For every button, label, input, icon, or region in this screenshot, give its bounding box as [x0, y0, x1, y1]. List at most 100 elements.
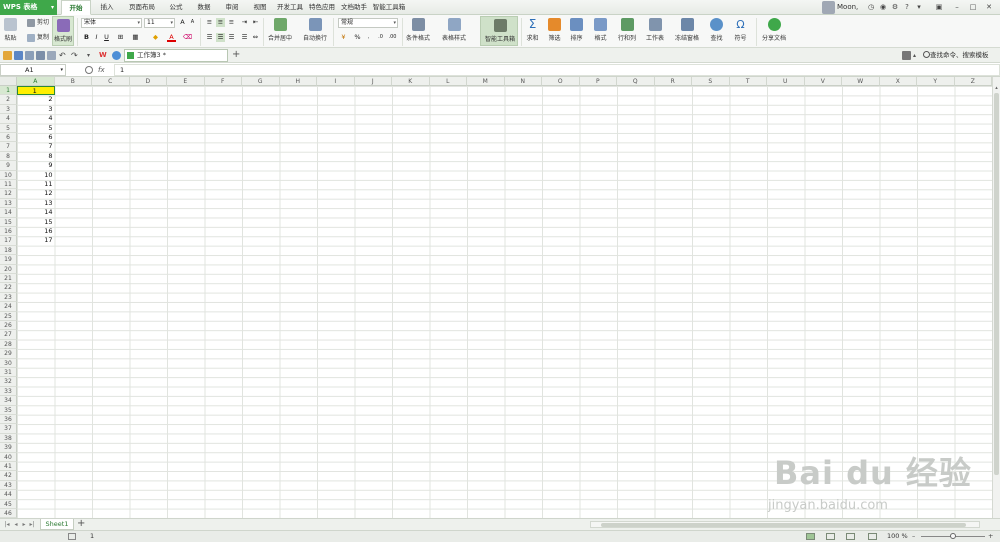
- page-layout-view-icon[interactable]: [826, 533, 835, 540]
- avatar[interactable]: [822, 1, 835, 14]
- row-header[interactable]: 4: [0, 114, 17, 124]
- symbol-button[interactable]: Ω 符号: [734, 16, 747, 42]
- row-header[interactable]: 46: [0, 509, 17, 518]
- distribute-icon[interactable]: ⇔: [251, 33, 260, 42]
- row-header[interactable]: 20: [0, 264, 17, 274]
- row-header[interactable]: 13: [0, 198, 17, 209]
- cell[interactable]: 8: [17, 152, 55, 161]
- chevron-up-icon[interactable]: ▴: [913, 51, 922, 60]
- tab-4[interactable]: 公式: [163, 0, 189, 15]
- find-button[interactable]: 查找: [710, 16, 723, 42]
- increase-decimal-icon[interactable]: .0: [376, 33, 385, 42]
- search-command-field[interactable]: 查找命令、搜索模板: [930, 48, 989, 63]
- column-header[interactable]: B: [54, 77, 92, 86]
- row-header[interactable]: 1: [0, 86, 17, 96]
- horizontal-scrollbar[interactable]: [590, 521, 980, 528]
- column-header[interactable]: H: [279, 77, 317, 86]
- horizontal-scroll-thumb[interactable]: [601, 523, 966, 527]
- cell[interactable]: 5: [17, 124, 55, 133]
- column-header[interactable]: D: [129, 77, 167, 86]
- column-header[interactable]: U: [767, 77, 805, 86]
- row-header[interactable]: 26: [0, 321, 17, 331]
- font-name-select[interactable]: 宋体 ▾: [81, 18, 142, 28]
- macro-record-icon[interactable]: [68, 533, 76, 540]
- row-header[interactable]: 36: [0, 415, 17, 425]
- active-cell[interactable]: 1: [17, 86, 55, 96]
- column-header[interactable]: S: [692, 77, 730, 86]
- row-header[interactable]: 34: [0, 396, 17, 406]
- increase-font-icon[interactable]: A: [178, 18, 187, 27]
- first-sheet-icon[interactable]: |◂: [3, 520, 11, 529]
- row-header[interactable]: 27: [0, 330, 17, 340]
- insert-function-button[interactable]: fx: [98, 64, 105, 76]
- chevron-down-icon[interactable]: ▾: [87, 51, 96, 60]
- row-header[interactable]: 44: [0, 490, 17, 500]
- restore-view-icon[interactable]: ▣: [934, 2, 944, 12]
- column-header[interactable]: W: [842, 77, 880, 86]
- row-header[interactable]: 9: [0, 161, 17, 171]
- tab-3[interactable]: 页面布局: [123, 0, 161, 15]
- align-middle-icon[interactable]: ≡: [216, 18, 225, 27]
- row-header[interactable]: 19: [0, 255, 17, 265]
- row-header[interactable]: 39: [0, 443, 17, 453]
- column-header[interactable]: C: [92, 77, 130, 86]
- cell[interactable]: 14: [17, 208, 55, 217]
- number-format-select[interactable]: 常规 ▾: [338, 18, 398, 28]
- add-sheet-button[interactable]: +: [77, 518, 85, 530]
- print-preview-icon[interactable]: [47, 51, 56, 60]
- underline-button[interactable]: U: [102, 33, 111, 42]
- wrap-text-button[interactable]: 自动换行: [303, 16, 327, 42]
- zoom-in-button[interactable]: +: [988, 531, 993, 542]
- scroll-up-icon[interactable]: ▴: [993, 85, 1000, 92]
- column-header[interactable]: O: [542, 77, 580, 86]
- column-header[interactable]: F: [204, 77, 242, 86]
- name-box[interactable]: A1 ▾: [0, 64, 66, 76]
- row-header[interactable]: 45: [0, 499, 17, 509]
- normal-view-icon[interactable]: [806, 533, 815, 540]
- row-header[interactable]: 32: [0, 377, 17, 387]
- font-color-icon[interactable]: A: [167, 33, 176, 42]
- row-header[interactable]: 17: [0, 236, 17, 246]
- wps-logo-icon[interactable]: W: [99, 51, 108, 60]
- cell[interactable]: 10: [17, 171, 55, 180]
- open-icon[interactable]: [3, 51, 12, 60]
- align-left-icon[interactable]: ☰: [205, 33, 214, 42]
- borders-icon[interactable]: ⊞: [116, 33, 125, 42]
- paste-button[interactable]: 粘贴: [4, 16, 17, 42]
- settings-icon[interactable]: ⚙: [890, 2, 900, 12]
- thousands-icon[interactable]: ,: [364, 33, 373, 42]
- row-header[interactable]: 41: [0, 462, 17, 472]
- table-style-button[interactable]: 表格样式: [442, 16, 466, 42]
- row-header[interactable]: 8: [0, 151, 17, 162]
- align-top-icon[interactable]: ≡: [205, 18, 214, 27]
- row-header[interactable]: 5: [0, 123, 17, 133]
- cell-style-icon[interactable]: ▦: [131, 33, 140, 42]
- row-header[interactable]: 35: [0, 405, 17, 415]
- cell[interactable]: 17: [17, 236, 55, 245]
- column-header[interactable]: I: [317, 77, 355, 86]
- cell[interactable]: 11: [17, 180, 55, 189]
- column-header[interactable]: P: [579, 77, 617, 86]
- merge-center-button[interactable]: 合并居中: [268, 16, 292, 42]
- font-size-select[interactable]: 11 ▾: [144, 18, 175, 28]
- tab-1[interactable]: 开始: [61, 0, 91, 15]
- next-sheet-icon[interactable]: ▸: [20, 520, 28, 529]
- zoom-slider-handle[interactable]: [950, 533, 956, 539]
- cell[interactable]: 3: [17, 105, 55, 114]
- cell[interactable]: 2: [17, 95, 55, 104]
- save-as-icon[interactable]: [25, 51, 34, 60]
- redo-icon[interactable]: ↷: [71, 51, 80, 60]
- row-header[interactable]: 15: [0, 217, 17, 227]
- cut-button[interactable]: 剪切: [27, 18, 49, 27]
- new-tab-button[interactable]: +: [232, 49, 240, 61]
- decrease-decimal-icon[interactable]: .00: [388, 33, 397, 42]
- row-header[interactable]: 30: [0, 358, 17, 368]
- column-header[interactable]: X: [879, 77, 917, 86]
- tab-9[interactable]: 特色应用: [307, 0, 337, 15]
- row-header[interactable]: 16: [0, 227, 17, 237]
- format-painter-button[interactable]: 格式刷: [52, 16, 74, 46]
- skin-icon[interactable]: ◉: [878, 2, 888, 12]
- conditional-format-button[interactable]: 条件格式: [406, 16, 430, 42]
- fullscreen-icon[interactable]: [868, 533, 877, 540]
- sheet-tab[interactable]: Sheet1: [40, 519, 74, 530]
